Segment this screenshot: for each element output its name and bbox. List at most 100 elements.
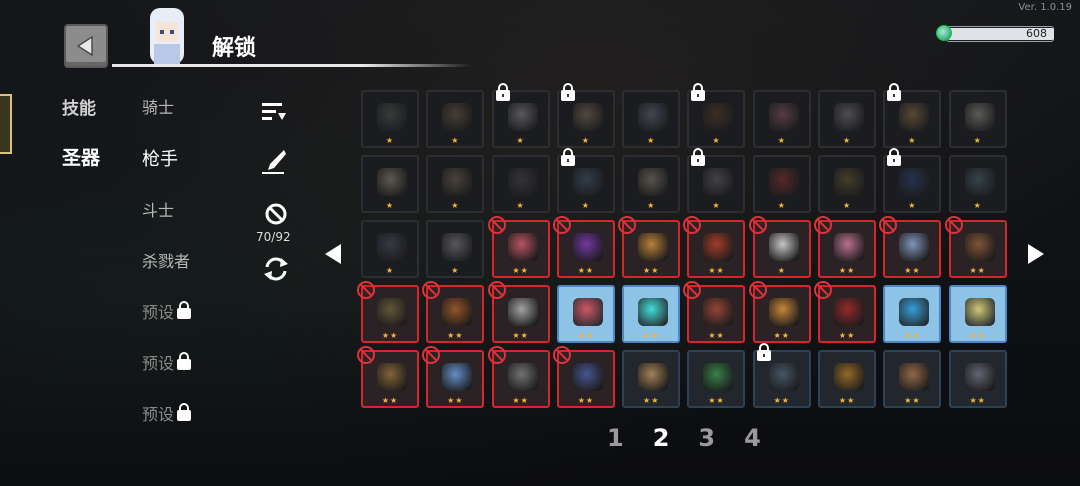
relic-slot[interactable]: ★★ <box>556 285 615 343</box>
preset-1[interactable]: 预设 <box>142 299 192 323</box>
relic-icon <box>834 298 865 326</box>
forbid-icon <box>357 346 375 364</box>
relic-slot[interactable]: ★★ <box>422 346 485 408</box>
preset-label: 预设 <box>142 303 175 322</box>
relic-slot[interactable]: ★★ <box>622 285 681 343</box>
relic-stars: ★★ <box>643 266 660 275</box>
relic-slot[interactable]: ★★ <box>552 346 615 408</box>
category-skills[interactable]: 技能 <box>62 94 96 119</box>
prev-page-arrow-icon[interactable] <box>325 244 341 264</box>
relic-slot[interactable]: ★★ <box>944 216 1007 278</box>
relic-slot[interactable]: ★★ <box>487 281 550 343</box>
version-label: Ver. 1.0.19 <box>1018 2 1072 13</box>
relic-icon <box>964 363 995 391</box>
relic-slot[interactable]: ★★ <box>487 346 550 408</box>
relic-slot[interactable]: ★★ <box>487 216 550 278</box>
relic-grid: ★ ★ ★ ★ ★ ★ ★ ★ ★ ★ ★ ★ ★ ★ ★ ★ ★ ★ ★ ★ ★ ★ ★★ ★★ ★★ ★★ ★ ★★ ★★ ★★ ★★ ★… <box>357 83 1007 408</box>
relic-slot[interactable]: ★ <box>752 155 811 213</box>
relic-slot[interactable]: ★★ <box>948 350 1007 408</box>
relic-slot[interactable]: ★ <box>622 155 681 213</box>
back-button[interactable] <box>64 24 108 68</box>
relic-slot[interactable]: ★ <box>687 148 746 213</box>
relic-stars: ★★ <box>904 266 921 275</box>
relic-icon <box>703 103 734 131</box>
subcategory-gunner[interactable]: 枪手 <box>142 145 178 171</box>
relic-slot[interactable]: ★ <box>948 90 1007 148</box>
edit-button[interactable] <box>260 148 288 180</box>
relic-slot[interactable]: ★★ <box>752 343 811 408</box>
relic-icon <box>572 168 603 196</box>
relic-slot[interactable]: ★★ <box>357 346 419 408</box>
relic-slot[interactable]: ★ <box>426 220 485 278</box>
subcategory-slayer[interactable]: 杀戮者 <box>142 248 190 272</box>
relic-stars: ★★ <box>381 331 399 340</box>
relic-slot[interactable]: ★ <box>361 220 419 278</box>
relic-slot[interactable]: ★ <box>491 155 550 213</box>
relic-slot[interactable]: ★★ <box>622 350 681 408</box>
relic-icon <box>572 233 603 261</box>
forbid-toggle[interactable] <box>264 202 288 230</box>
preset-3[interactable]: 预设 <box>142 401 192 425</box>
relic-slot[interactable]: ★★ <box>883 285 942 343</box>
forbid-icon <box>814 281 833 299</box>
relic-slot[interactable]: ★★ <box>814 281 877 343</box>
page-2[interactable]: 2 <box>653 424 670 452</box>
relic-slot[interactable]: ★ <box>818 155 877 213</box>
relic-slot[interactable]: ★★ <box>814 216 877 278</box>
sort-icon <box>262 103 286 120</box>
relic-icon <box>964 103 995 131</box>
relic-slot[interactable]: ★ <box>622 90 681 148</box>
relic-slot[interactable]: ★ <box>556 148 615 213</box>
next-page-arrow-icon[interactable] <box>1028 244 1044 264</box>
preset-2[interactable]: 预设 <box>142 350 192 374</box>
relic-slot[interactable]: ★ <box>818 90 877 148</box>
relic-slot[interactable]: ★ <box>556 83 615 148</box>
sort-button[interactable] <box>260 101 288 127</box>
forbid-icon <box>879 216 898 234</box>
relic-slot[interactable]: ★★ <box>683 281 746 343</box>
relic-icon <box>572 103 603 131</box>
lock-icon <box>177 403 192 421</box>
relic-slot[interactable]: ★ <box>426 90 485 148</box>
relic-slot[interactable]: ★ <box>748 216 811 278</box>
forbid-icon <box>552 346 571 364</box>
relic-slot[interactable]: ★ <box>361 90 419 148</box>
relic-icon <box>572 363 603 391</box>
relic-icon <box>899 298 930 326</box>
refresh-button[interactable] <box>262 256 290 286</box>
relic-slot[interactable]: ★ <box>426 155 485 213</box>
relic-slot[interactable]: ★★ <box>883 350 942 408</box>
forbid-icon <box>422 346 441 364</box>
currency-value: 608 <box>1026 27 1047 40</box>
relic-slot[interactable]: ★ <box>883 83 942 148</box>
relic-slot[interactable]: ★★ <box>683 216 746 278</box>
forbid-icon <box>944 216 963 234</box>
relic-slot[interactable]: ★★ <box>818 350 877 408</box>
relic-slot[interactable]: ★★ <box>748 281 811 343</box>
page-4[interactable]: 4 <box>744 424 761 452</box>
subcategory-fighter[interactable]: 斗士 <box>142 197 174 221</box>
lock-icon <box>560 148 575 166</box>
relic-icon <box>964 168 995 196</box>
page-1[interactable]: 1 <box>607 424 624 452</box>
relic-slot[interactable]: ★ <box>752 90 811 148</box>
relic-slot[interactable]: ★★ <box>618 216 681 278</box>
relic-slot[interactable]: ★ <box>883 148 942 213</box>
category-relics[interactable]: 圣器 <box>62 143 100 170</box>
page-3[interactable]: 3 <box>698 424 715 452</box>
relic-slot[interactable]: ★ <box>361 155 419 213</box>
relic-stars: ★ <box>973 136 982 145</box>
relic-icon <box>964 298 995 326</box>
relic-slot[interactable]: ★★ <box>552 216 615 278</box>
relic-stars: ★ <box>581 201 590 210</box>
relic-slot[interactable]: ★★ <box>879 216 942 278</box>
relic-slot[interactable]: ★★ <box>422 281 485 343</box>
subcategory-knight[interactable]: 骑士 <box>142 94 174 118</box>
relic-slot[interactable]: ★ <box>687 83 746 148</box>
relic-slot[interactable]: ★★ <box>948 285 1007 343</box>
relic-slot[interactable]: ★★ <box>687 350 746 408</box>
forbid-icon <box>552 216 571 234</box>
relic-slot[interactable]: ★★ <box>357 281 419 343</box>
relic-slot[interactable]: ★ <box>491 83 550 148</box>
relic-slot[interactable]: ★ <box>948 155 1007 213</box>
